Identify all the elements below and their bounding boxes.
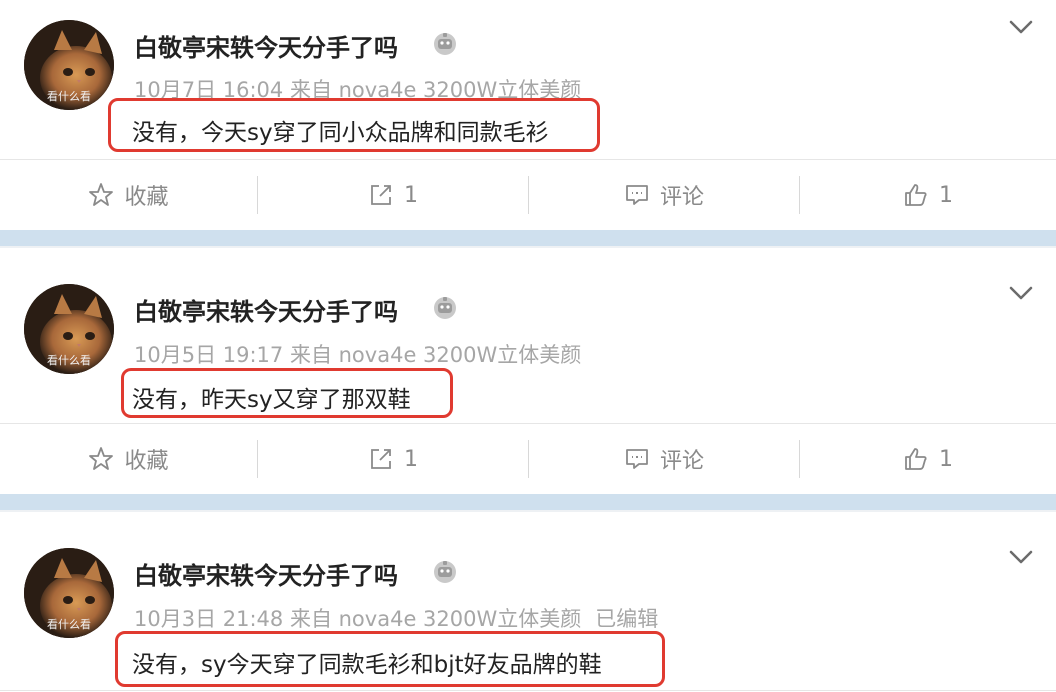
star-icon [89,447,114,470]
favorite-button[interactable]: 收藏 [0,424,257,494]
share-icon [371,185,391,205]
favorite-label: 收藏 [124,449,169,474]
crown-badge-icon [434,297,456,319]
post-meta-text: 10月5日 19:17 来自 nova4e 3200W立体美颜 [134,343,582,367]
comment-icon [626,449,648,469]
post-meta-text: 10月3日 21:48 来自 nova4e 3200W立体美颜 [134,607,582,631]
post-card: 看什么看 白敬亭宋轶今天分手了吗 10月7日 16:04 来自 nova4e 3… [0,0,1056,230]
like-button[interactable]: 1 [800,160,1056,230]
post-content[interactable]: 没有，昨天sy又穿了那双鞋 [132,380,411,414]
username[interactable]: 白敬亭宋轶今天分手了吗 [134,28,398,63]
like-count: 1 [939,446,953,472]
crown-badge-icon [434,33,456,55]
post-separator [0,230,1056,248]
divider [0,690,1056,691]
post-meta: 10月3日 21:48 来自 nova4e 3200W立体美颜 已编辑 [134,603,658,633]
chevron-down-icon[interactable] [1008,284,1034,302]
favorite-button[interactable]: 收藏 [0,160,257,230]
avatar[interactable]: 看什么看 [24,548,114,638]
comment-button[interactable]: 评论 [529,160,799,230]
post-card: 看什么看 白敬亭宋轶今天分手了吗 10月3日 21:48 来自 nova4e 3… [0,512,1056,692]
crown-badge-icon [434,561,456,583]
comment-button[interactable]: 评论 [529,424,799,494]
comment-label: 评论 [659,185,704,210]
post-content[interactable]: 没有，今天sy穿了同小众品牌和同款毛衫 [132,113,549,147]
avatar-caption: 看什么看 [47,90,91,103]
avatar-caption: 看什么看 [47,618,91,631]
comment-icon [626,185,648,205]
star-icon [89,183,114,206]
comment-label: 评论 [659,449,704,474]
avatar[interactable]: 看什么看 [24,20,114,110]
like-button[interactable]: 1 [800,424,1056,494]
username[interactable]: 白敬亭宋轶今天分手了吗 [134,292,398,327]
repost-button[interactable]: 1 [258,424,528,494]
like-count: 1 [939,182,953,208]
share-icon [371,449,391,469]
thumbs-up-icon [905,448,927,470]
thumbs-up-icon [905,184,927,206]
chevron-down-icon[interactable] [1008,18,1034,36]
favorite-label: 收藏 [124,185,169,210]
avatar[interactable]: 看什么看 [24,284,114,374]
avatar-caption: 看什么看 [47,354,91,367]
post-separator [0,494,1056,512]
post-card: 看什么看 白敬亭宋轶今天分手了吗 10月5日 19:17 来自 nova4e 3… [0,248,1056,494]
post-meta: 10月5日 19:17 来自 nova4e 3200W立体美颜 [134,339,581,369]
edited-label[interactable]: 已编辑 [595,607,658,631]
repost-count: 1 [404,446,418,472]
post-content[interactable]: 没有，sy今天穿了同款毛衫和bjt好友品牌的鞋 [132,645,602,679]
username[interactable]: 白敬亭宋轶今天分手了吗 [134,556,398,591]
action-bar: 收藏 1 评论 1 [0,424,1056,494]
repost-button[interactable]: 1 [258,160,528,230]
repost-count: 1 [404,182,418,208]
chevron-down-icon[interactable] [1008,548,1034,566]
action-bar: 收藏 1 评论 1 [0,160,1056,230]
